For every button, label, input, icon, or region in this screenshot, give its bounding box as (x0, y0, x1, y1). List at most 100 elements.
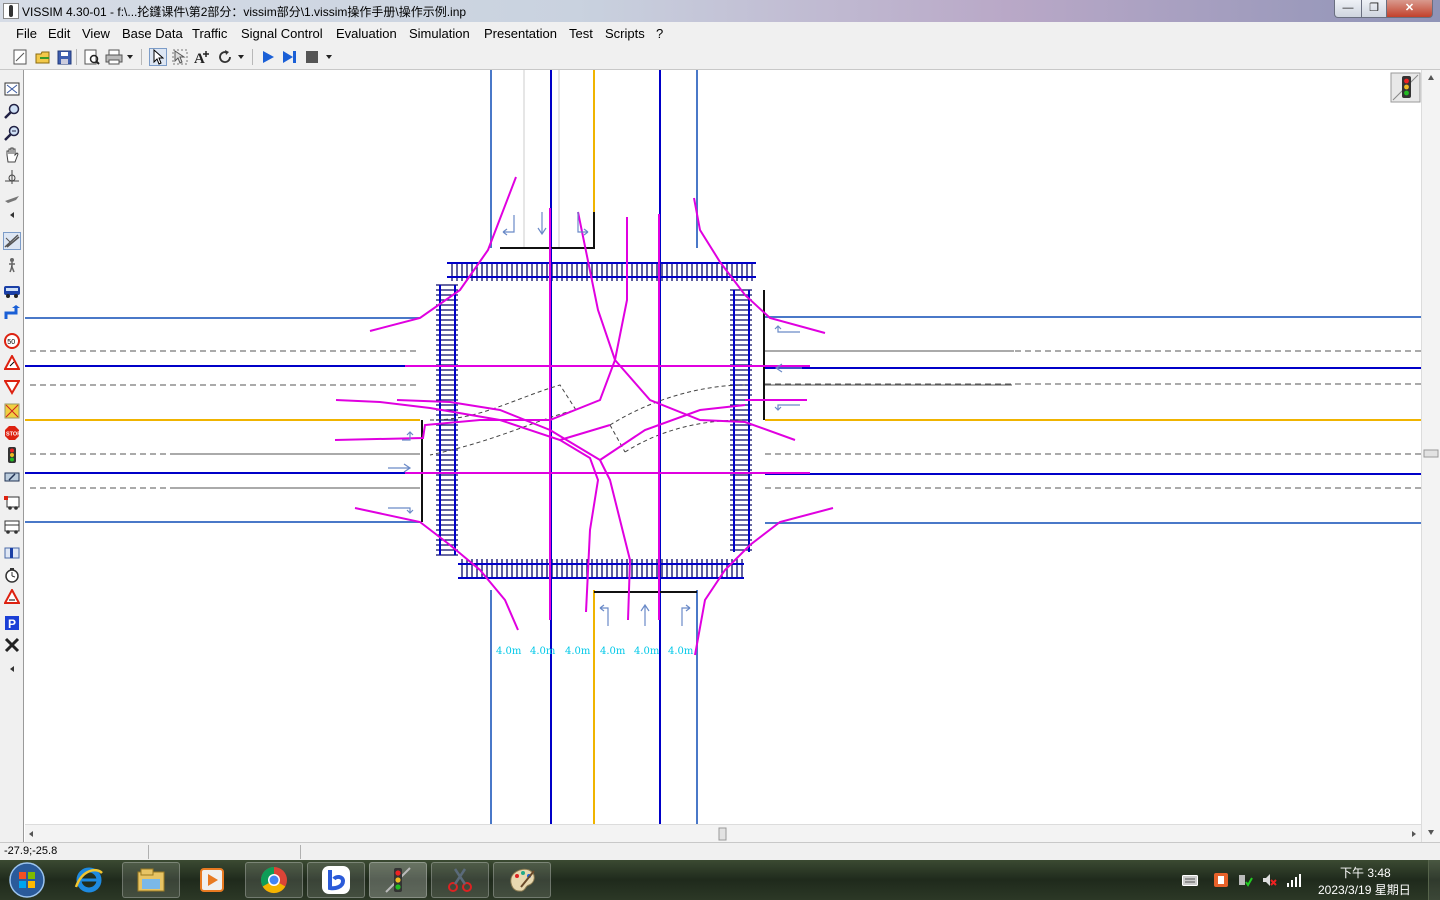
scroll-up-arrow-icon (1428, 75, 1434, 80)
network-signal-icon[interactable] (1286, 872, 1302, 888)
open-file-icon[interactable] (34, 48, 52, 66)
menu-edit[interactable]: Edit (48, 26, 70, 41)
maximize-button[interactable]: ❐ (1361, 0, 1387, 18)
menu-signal-control[interactable]: Signal Control (241, 26, 323, 41)
save-icon[interactable] (55, 48, 73, 66)
vissim-app-icon (3, 3, 19, 19)
select-pointer-icon[interactable] (149, 48, 167, 66)
pedestrian-icon[interactable] (3, 256, 21, 274)
routing-icon[interactable] (3, 304, 21, 322)
horizontal-scroll-thumb (718, 827, 727, 841)
new-file-icon[interactable] (11, 48, 29, 66)
minimize-button[interactable]: — (1334, 0, 1362, 18)
print-preview-icon[interactable] (83, 48, 101, 66)
reduced-speed-icon[interactable] (3, 354, 21, 372)
internet-explorer-icon[interactable] (60, 862, 118, 898)
signal-head-icon[interactable] (3, 446, 21, 464)
rotate-view-icon[interactable] (3, 168, 21, 186)
menu-view[interactable]: View (82, 26, 110, 41)
stop-simulation-icon[interactable] (303, 48, 321, 66)
run-simulation-icon[interactable] (259, 48, 277, 66)
stop-sign-icon[interactable]: STOP (3, 424, 21, 442)
safely-remove-hardware-icon[interactable] (1237, 872, 1253, 888)
pan-hand-icon[interactable] (3, 146, 21, 164)
menu-evaluation[interactable]: Evaluation (336, 26, 397, 41)
conflict-area-icon[interactable] (3, 402, 21, 420)
detector-icon[interactable] (3, 468, 21, 486)
paint-icon[interactable] (493, 862, 551, 898)
priority-rule-icon[interactable] (3, 378, 21, 396)
lane-width-label: 4.0m (668, 646, 694, 657)
expand-arrow-icon[interactable] (3, 210, 21, 220)
vissim-taskbar-icon[interactable] (369, 862, 427, 898)
lane-width-label: 4.0m (600, 646, 626, 657)
toolbar-separator (141, 49, 142, 65)
menu-presentation[interactable]: Presentation (484, 26, 557, 41)
travel-time-icon[interactable] (3, 566, 21, 584)
menu-simulation[interactable]: Simulation (409, 26, 470, 41)
chrome-icon[interactable] (245, 862, 303, 898)
signal-controller-icon[interactable] (1390, 72, 1421, 103)
network-canvas[interactable]: 4.0m 4.0m 4.0m 4.0m 4.0m 4.0m (25, 70, 1421, 824)
svg-text:50: 50 (7, 339, 15, 346)
taskbar-clock-time[interactable]: 下午 3:48 (1340, 864, 1391, 881)
rotate-icon[interactable] (216, 48, 234, 66)
snipping-tool-icon[interactable] (431, 862, 489, 898)
show-desktop-button[interactable] (1428, 860, 1440, 900)
volume-muted-icon[interactable] (1261, 872, 1277, 888)
menu-test[interactable]: Test (569, 26, 593, 41)
transit-line-icon[interactable] (3, 518, 21, 536)
close-button[interactable]: ✕ (1386, 0, 1433, 18)
simulation-dropdown-icon[interactable] (324, 48, 334, 66)
menu-file[interactable]: File (16, 26, 37, 41)
lane-width-label: 4.0m (634, 646, 660, 657)
office-tray-icon[interactable] (1213, 872, 1229, 888)
svg-text:A: A (194, 51, 205, 65)
main-toolbar: A (0, 44, 1440, 70)
links-connectors-icon[interactable] (3, 232, 21, 250)
toolbar-separator (252, 49, 253, 65)
close-network-icon[interactable] (3, 636, 21, 654)
lane-width-label: 4.0m (530, 646, 556, 657)
status-separator (148, 845, 149, 859)
start-button[interactable] (0, 862, 54, 898)
zoom-out-icon[interactable] (3, 124, 21, 142)
window-title: VISSIM 4.30-01 - f:\...抡鑝课件\第2部分：vissim部… (22, 5, 467, 19)
queue-counter-icon[interactable] (3, 588, 21, 606)
print-dropdown-icon[interactable] (125, 48, 135, 66)
vertical-scrollbar[interactable] (1421, 70, 1440, 842)
keyboard-icon[interactable] (1182, 872, 1198, 888)
rotate-dropdown-icon[interactable] (236, 48, 246, 66)
zoom-in-icon[interactable] (3, 102, 21, 120)
print-icon[interactable] (105, 48, 123, 66)
svg-text:STOP: STOP (6, 432, 20, 438)
menu-base-data[interactable]: Base Data (122, 26, 183, 41)
vehicle-input-icon[interactable] (3, 282, 21, 300)
vertical-scroll-thumb (1423, 449, 1439, 458)
text-label-icon[interactable]: A (193, 48, 211, 66)
transit-stop-icon[interactable] (3, 494, 21, 512)
title-bar: VISSIM 4.30-01 - f:\...抡鑝课件\第2部分：vissim部… (0, 0, 1440, 22)
media-player-icon[interactable] (183, 862, 241, 898)
single-step-icon[interactable] (281, 48, 299, 66)
status-separator (300, 845, 301, 859)
zoom-all-icon[interactable] (3, 80, 21, 98)
scroll-right-arrow-icon (1412, 831, 1416, 837)
menu-traffic[interactable]: Traffic (192, 26, 227, 41)
lane-width-label: 4.0m (565, 646, 591, 657)
airplane-3d-icon[interactable] (3, 190, 21, 208)
speed-limit-icon[interactable]: 50 (3, 332, 21, 350)
parking-lot-icon[interactable]: P (3, 614, 21, 632)
node-icon[interactable] (3, 544, 21, 562)
network-editor-toolbar: 50 STOP P (0, 70, 24, 842)
cursor-coordinates: -27.9;-25.8 (4, 845, 58, 857)
east-west-road (25, 316, 1421, 524)
file-explorer-icon[interactable] (122, 862, 180, 898)
bing-browser-icon[interactable] (307, 862, 365, 898)
menu-scripts[interactable]: Scripts (605, 26, 645, 41)
menu-help[interactable]: ? (656, 26, 663, 41)
expand-arrow-icon[interactable] (3, 664, 21, 674)
multi-select-icon[interactable] (171, 48, 189, 66)
horizontal-scrollbar[interactable] (25, 824, 1421, 842)
taskbar-clock-date[interactable]: 2023/3/19 星期日 (1318, 881, 1411, 898)
